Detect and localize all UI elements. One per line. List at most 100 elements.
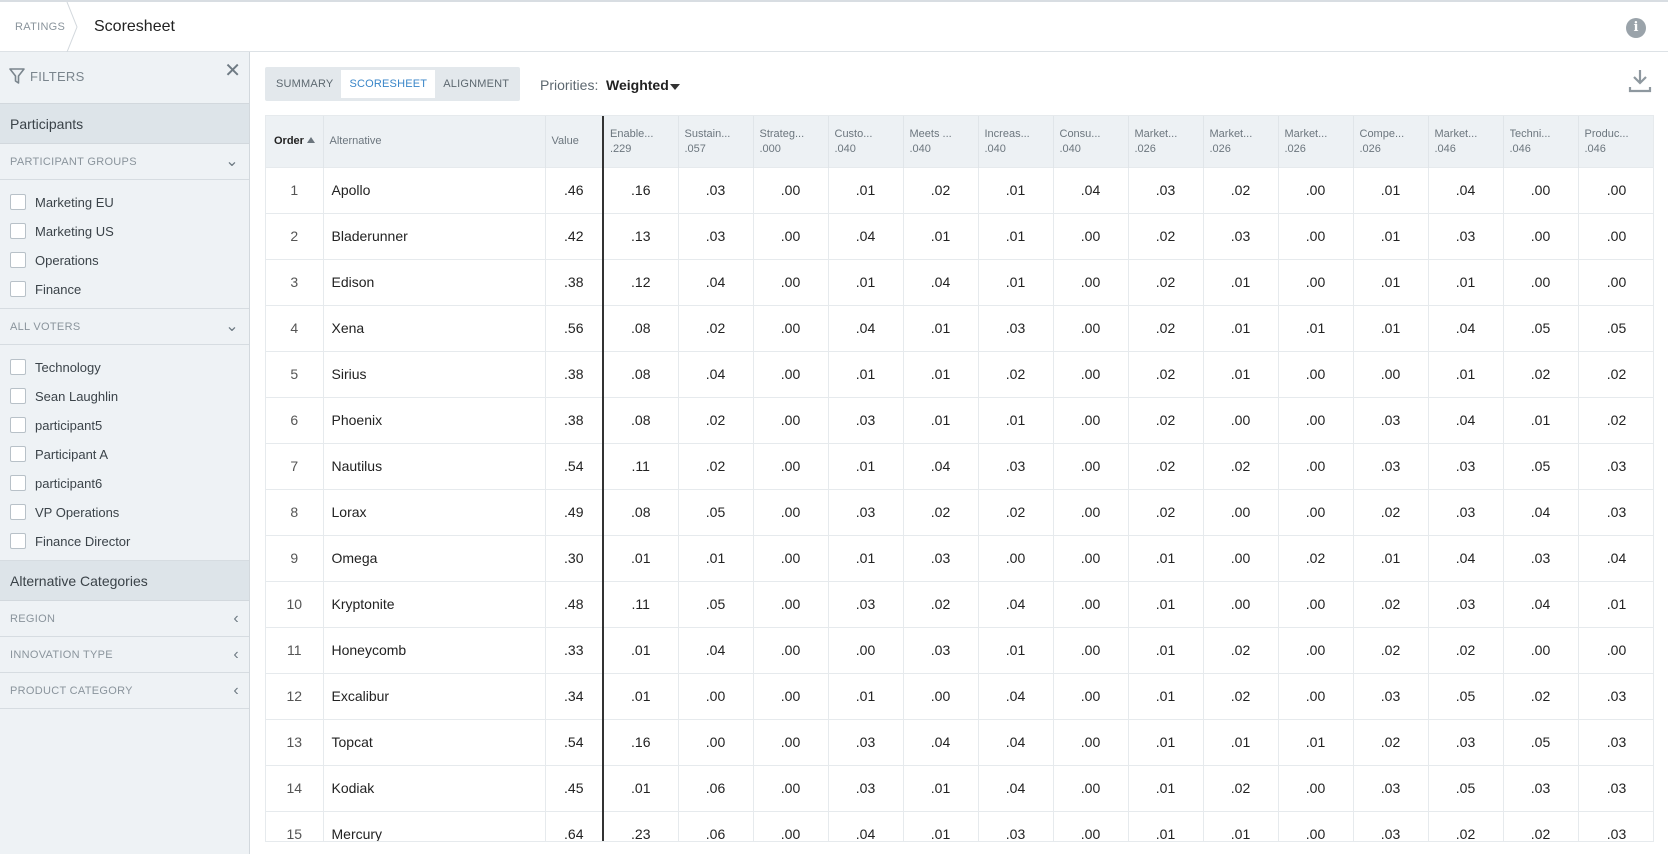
score-cell: .23: [603, 811, 679, 841]
alternative-column-header[interactable]: Alternative: [323, 116, 546, 167]
checkbox[interactable]: [10, 223, 26, 239]
participant-group-option[interactable]: Marketing EU: [0, 188, 249, 217]
criterion-column-header[interactable]: Meets ... .040: [903, 116, 979, 167]
voter-option[interactable]: participant6: [0, 469, 249, 498]
order-column-header[interactable]: Order: [266, 116, 324, 167]
checkbox[interactable]: [10, 194, 26, 210]
tab-scoresheet[interactable]: SCORESHEET: [341, 70, 436, 98]
score-cell: .04: [1428, 305, 1504, 351]
value-cell: .46: [545, 167, 604, 213]
order-cell: 8: [266, 489, 324, 535]
value-column-header[interactable]: Value: [545, 116, 604, 167]
caret-down-icon[interactable]: [670, 84, 680, 90]
value-cell: .42: [545, 213, 604, 259]
criterion-name: Strateg...: [759, 127, 805, 140]
priorities-dropdown[interactable]: Weighted: [606, 77, 669, 93]
score-cell: .00: [1278, 167, 1354, 213]
table-row[interactable]: 5 Sirius .38.08.04.00.01.01.02.00.02.01.00…: [266, 351, 1653, 397]
participant-groups-toggle[interactable]: PARTICIPANT GROUPS ⌄: [0, 144, 249, 180]
score-cell: .00: [753, 443, 829, 489]
score-cell: .00: [1278, 627, 1354, 673]
participant-group-option[interactable]: Finance: [0, 275, 249, 304]
criterion-column-header[interactable]: Consu... .040: [1053, 116, 1129, 167]
category-product-category-toggle[interactable]: PRODUCT CATEGORY ‹: [0, 673, 249, 709]
category-innovation-type-toggle[interactable]: INNOVATION TYPE ‹: [0, 637, 249, 673]
voter-option[interactable]: Technology: [0, 353, 249, 382]
checkbox[interactable]: [10, 359, 26, 375]
criterion-column-header[interactable]: Sustain... .057: [678, 116, 754, 167]
score-cell: .03: [1578, 673, 1653, 719]
score-cell: .12: [603, 259, 679, 305]
criterion-column-header[interactable]: Techni... .046: [1503, 116, 1579, 167]
table-row[interactable]: 1 Apollo .46.16.03.00.01.02.01.04.03.02.00…: [266, 167, 1653, 213]
criterion-column-header[interactable]: Increas... .040: [978, 116, 1054, 167]
criterion-column-header[interactable]: Enable... .229: [603, 116, 679, 167]
participant-group-option[interactable]: Marketing US: [0, 217, 249, 246]
score-cell: .02: [1353, 627, 1429, 673]
tab-summary[interactable]: SUMMARY: [268, 70, 341, 98]
score-cell: .05: [678, 581, 754, 627]
all-voters-toggle[interactable]: ALL VOTERS ⌄: [0, 309, 249, 345]
checkbox[interactable]: [10, 533, 26, 549]
order-cell: 2: [266, 213, 324, 259]
checkbox[interactable]: [10, 504, 26, 520]
score-cell: .01: [1353, 167, 1429, 213]
score-cell: .03: [978, 443, 1054, 489]
table-row[interactable]: 8 Lorax .49.08.05.00.03.02.02.00.02.00.00.…: [266, 489, 1653, 535]
participant-groups-list: Marketing EU Marketing US Operations Fin…: [0, 180, 249, 309]
voter-option[interactable]: Sean Laughlin: [0, 382, 249, 411]
voter-option[interactable]: VP Operations: [0, 498, 249, 527]
table-row[interactable]: 13 Topcat .54.16.00.00.03.04.04.00.01.01.0…: [266, 719, 1653, 765]
voter-option[interactable]: Participant A: [0, 440, 249, 469]
table-row[interactable]: 7 Nautilus .54.11.02.00.01.04.03.00.02.02.…: [266, 443, 1653, 489]
table-row[interactable]: 4 Xena .56.08.02.00.04.01.03.00.02.01.01.0…: [266, 305, 1653, 351]
checkbox[interactable]: [10, 475, 26, 491]
criterion-column-header[interactable]: Market... .026: [1278, 116, 1354, 167]
participant-group-option[interactable]: Operations: [0, 246, 249, 275]
checkbox[interactable]: [10, 252, 26, 268]
voter-option[interactable]: Finance Director: [0, 527, 249, 556]
table-row[interactable]: 11 Honeycomb .33.01.04.00.00.03.01.00.01.0…: [266, 627, 1653, 673]
table-row[interactable]: 9 Omega .30.01.01.00.01.03.00.00.01.00.02.…: [266, 535, 1653, 581]
score-cell: .00: [753, 581, 829, 627]
close-filters-icon[interactable]: ✕: [224, 58, 241, 83]
score-cell: .02: [1503, 811, 1579, 841]
table-row[interactable]: 3 Edison .38.12.04.00.01.04.01.00.02.01.00…: [266, 259, 1653, 305]
category-region-toggle[interactable]: REGION ‹: [0, 601, 249, 637]
value-cell: .38: [545, 351, 604, 397]
checkbox[interactable]: [10, 281, 26, 297]
score-cell: .08: [603, 351, 679, 397]
order-cell: 13: [266, 719, 324, 765]
score-cell: .04: [978, 765, 1054, 811]
criterion-column-header[interactable]: Custo... .040: [828, 116, 904, 167]
tab-alignment[interactable]: ALIGNMENT: [435, 70, 517, 98]
table-row[interactable]: 15 Mercury .64.23.06.00.04.01.03.00.01.01.…: [266, 811, 1653, 841]
info-icon[interactable]: i: [1626, 18, 1646, 38]
table-row[interactable]: 12 Excalibur .34.01.00.00.01.00.04.00.01.0…: [266, 673, 1653, 719]
checkbox[interactable]: [10, 446, 26, 462]
criterion-column-header[interactable]: Strateg... .000: [753, 116, 829, 167]
breadcrumb-ratings[interactable]: RATINGS: [15, 21, 65, 33]
scoresheet-table-container[interactable]: Order Alternative Value Enable... .229 Sus…: [265, 115, 1654, 842]
table-row[interactable]: 6 Phoenix .38.08.02.00.03.01.01.00.02.00.0…: [266, 397, 1653, 443]
table-row[interactable]: 2 Bladerunner .42.13.03.00.04.01.01.00.02.…: [266, 213, 1653, 259]
checkbox[interactable]: [10, 388, 26, 404]
value-cell: .54: [545, 719, 604, 765]
score-cell: .02: [1128, 305, 1204, 351]
score-cell: .03: [1353, 765, 1429, 811]
alternative-name-cell: Kodiak: [323, 765, 546, 811]
criterion-column-header[interactable]: Market... .026: [1128, 116, 1204, 167]
table-body: 1 Apollo .46.16.03.00.01.02.01.04.03.02.00…: [266, 167, 1653, 841]
criterion-column-header[interactable]: Market... .046: [1428, 116, 1504, 167]
table-row[interactable]: 10 Kryptonite .48.11.05.00.03.02.04.00.01.…: [266, 581, 1653, 627]
voter-option[interactable]: participant5: [0, 411, 249, 440]
criterion-column-header[interactable]: Compe... .026: [1353, 116, 1429, 167]
score-cell: .03: [1203, 213, 1279, 259]
score-cell: .00: [1203, 581, 1279, 627]
checkbox[interactable]: [10, 417, 26, 433]
criterion-column-header[interactable]: Market... .026: [1203, 116, 1279, 167]
table-row[interactable]: 14 Kodiak .45.01.06.00.03.01.04.00.01.02.0…: [266, 765, 1653, 811]
score-cell: .00: [1053, 719, 1129, 765]
download-icon[interactable]: [1627, 68, 1653, 94]
criterion-column-header[interactable]: Produc... .046: [1578, 116, 1653, 167]
